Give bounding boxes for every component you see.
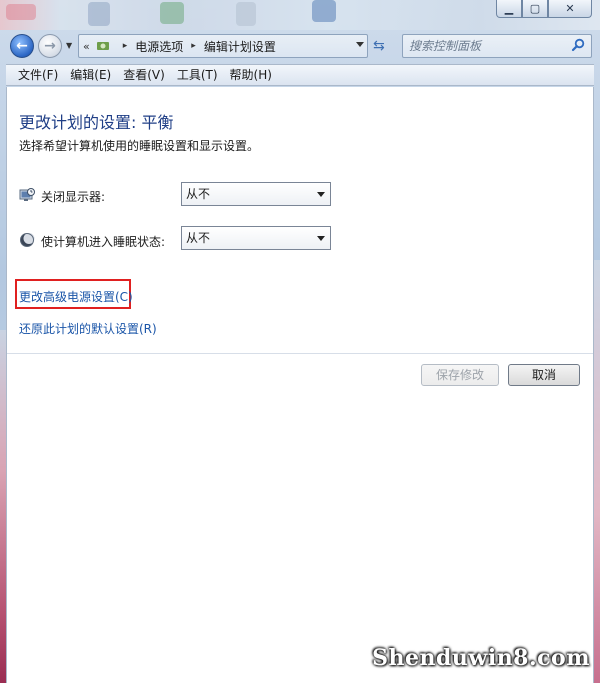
breadcrumb-edit-plan[interactable]: 编辑计划设置	[204, 38, 276, 55]
page-subtitle: 选择希望计算机使用的睡眠设置和显示设置。	[19, 139, 260, 153]
minimize-button[interactable]: ▁	[496, 0, 522, 18]
forward-button[interactable]: →	[38, 34, 62, 58]
menu-file[interactable]: 文件(F)	[12, 65, 64, 85]
menu-edit[interactable]: 编辑(E)	[64, 65, 117, 85]
menu-help[interactable]: 帮助(H)	[224, 65, 278, 85]
recent-pages-dropdown[interactable]: ▼	[66, 41, 72, 50]
menu-bar: 文件(F) 编辑(E) 查看(V) 工具(T) 帮助(H)	[6, 64, 594, 86]
blurred-desktop-icon	[6, 4, 36, 20]
back-button[interactable]: ←	[10, 34, 34, 58]
divider	[7, 353, 593, 354]
display-off-label: 关闭显示器:	[41, 190, 106, 204]
address-dropdown-icon[interactable]	[356, 42, 364, 47]
menu-tools[interactable]: 工具(T)	[171, 65, 224, 85]
breadcrumb-separator[interactable]: ▸	[123, 41, 128, 51]
chevron-down-icon	[317, 236, 325, 241]
page-title: 更改计划的设置: 平衡	[19, 113, 174, 132]
blurred-desktop-icon	[88, 2, 110, 26]
maximize-button[interactable]: ▢	[522, 0, 548, 18]
refresh-icon[interactable]: ⇆	[373, 38, 385, 54]
close-button[interactable]: ✕	[548, 0, 592, 18]
caption-buttons: ▁ ▢ ✕	[496, 0, 592, 18]
display-off-select[interactable]: 从不	[181, 182, 331, 206]
blurred-desktop-icon	[160, 2, 184, 24]
cancel-button[interactable]: 取消	[508, 364, 580, 386]
search-input[interactable]	[409, 38, 569, 54]
breadcrumb-power-options[interactable]: 电源选项	[135, 38, 183, 55]
breadcrumb-separator[interactable]: ▸	[191, 41, 196, 51]
control-panel-icon	[96, 39, 110, 53]
sleep-moon-icon	[19, 232, 35, 248]
sleep-label: 使计算机进入睡眠状态:	[41, 235, 166, 249]
monitor-clock-icon	[19, 187, 35, 203]
address-bar[interactable]: « ▸ 电源选项 ▸ 编辑计划设置	[78, 34, 368, 58]
close-icon: ✕	[565, 2, 575, 15]
maximize-icon: ▢	[529, 2, 541, 15]
advanced-power-settings-link[interactable]: 更改高级电源设置(C)	[19, 288, 133, 305]
restore-defaults-link[interactable]: 还原此计划的默认设置(R)	[19, 320, 157, 337]
desktop-background-edge	[0, 330, 6, 683]
blurred-desktop-icon	[312, 0, 336, 22]
sleep-value: 从不	[186, 231, 211, 245]
watermark: Shenduwin8.com	[372, 645, 590, 671]
chevron-down-icon	[317, 192, 325, 197]
search-icon[interactable]	[571, 38, 585, 55]
back-arrow-icon: ←	[16, 38, 28, 54]
navigation-bar: ← → ▼ « ▸ 电源选项 ▸ 编辑计划设置 ⇆	[0, 30, 600, 62]
sleep-select[interactable]: 从不	[181, 226, 331, 250]
desktop-background-edge	[594, 260, 600, 683]
menu-view[interactable]: 查看(V)	[117, 65, 171, 85]
save-changes-button[interactable]: 保存修改	[421, 364, 499, 386]
forward-arrow-icon: →	[44, 38, 56, 54]
minimize-icon: ▁	[504, 2, 514, 15]
address-overflow-chevron[interactable]: «	[83, 40, 90, 53]
content-pane: 更改计划的设置: 平衡 选择希望计算机使用的睡眠设置和显示设置。 关闭显示器: …	[6, 87, 594, 683]
blurred-desktop-icon	[236, 2, 256, 26]
search-box[interactable]	[402, 34, 592, 58]
display-off-value: 从不	[186, 187, 211, 201]
